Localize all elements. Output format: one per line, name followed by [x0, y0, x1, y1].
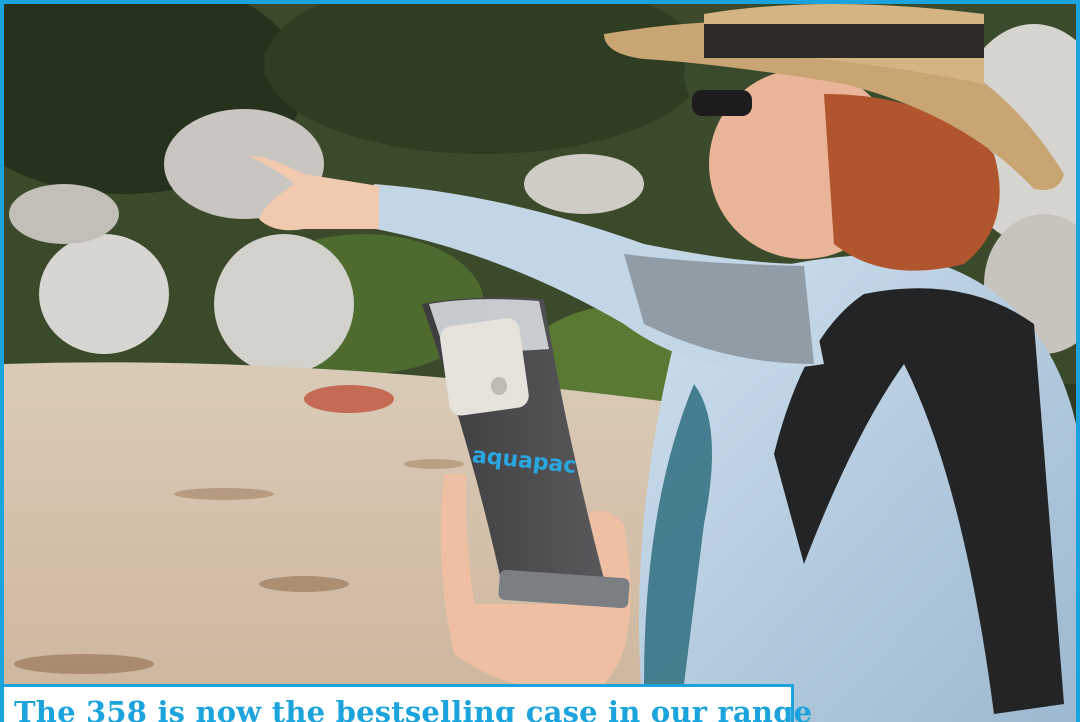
- product-photo: aquapac: [4, 4, 1076, 722]
- caption-text: The 358 is now the bestselling case in o…: [14, 695, 813, 722]
- image-frame: aquapac The 358 is now the bestselling c…: [0, 0, 1080, 722]
- caption-banner: The 358 is now the bestselling case in o…: [4, 684, 812, 722]
